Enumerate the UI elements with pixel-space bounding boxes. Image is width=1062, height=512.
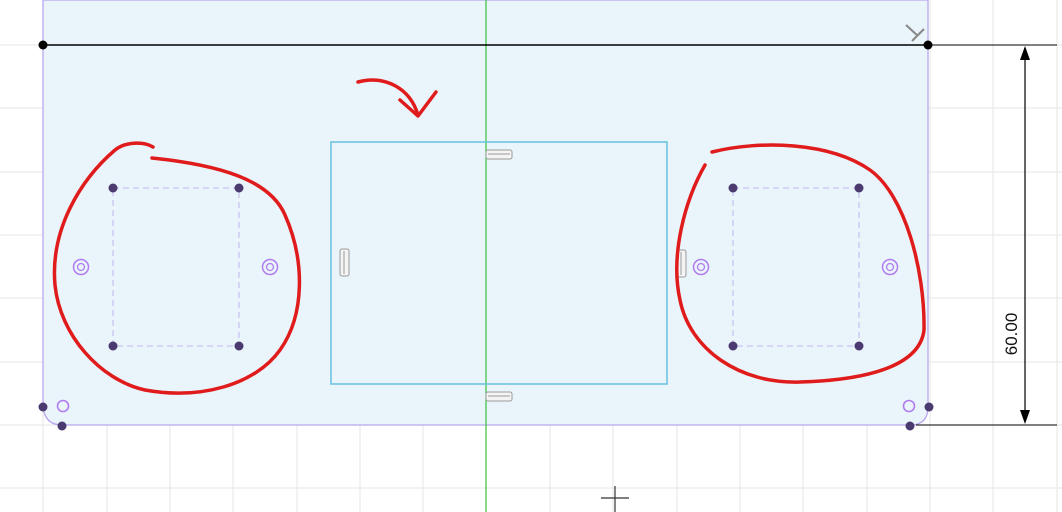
sketch-canvas[interactable]: 60.00 [0, 0, 1062, 512]
top-left-endpoint[interactable] [38, 40, 48, 50]
horizontal-constraint-icon[interactable] [485, 391, 513, 402]
dimension-value[interactable]: 60.00 [1002, 313, 1021, 356]
vertical-constraint-icon[interactable] [339, 248, 350, 277]
horizontal-constraint-icon[interactable] [485, 149, 513, 160]
top-right-endpoint[interactable] [923, 40, 933, 50]
